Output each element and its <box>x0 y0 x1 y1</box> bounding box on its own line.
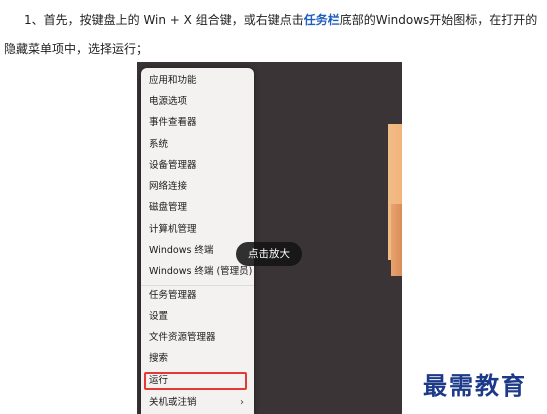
instruction-text-start: 1、首先，按键盘上的 Win + X 组合键，或右键点击 <box>24 13 304 27</box>
menu-item-task-manager[interactable]: 任务管理器 <box>141 286 254 306</box>
taskbar-link[interactable]: 任务栏 <box>304 13 340 27</box>
winx-context-menu: 应用和功能 电源选项 事件查看器 系统 设备管理器 网络连接 磁盘管理 计算机管… <box>141 68 254 414</box>
menu-item-event-viewer[interactable]: 事件查看器 <box>141 113 254 133</box>
menu-item-search[interactable]: 搜索 <box>141 349 254 369</box>
instruction-paragraph: 1、首先，按键盘上的 Win + X 组合键，或右键点击任务栏底部的Window… <box>4 6 542 64</box>
menu-item-shutdown-label: 关机或注销 <box>149 397 197 408</box>
menu-item-shutdown-signout[interactable]: 关机或注销 › <box>141 393 254 413</box>
menu-item-power-options[interactable]: 电源选项 <box>141 92 254 112</box>
zoom-button[interactable]: 点击放大 <box>236 242 302 266</box>
run-highlight-box <box>144 372 247 390</box>
menu-item-computer-management[interactable]: 计算机管理 <box>141 220 254 240</box>
menu-item-apps-features[interactable]: 应用和功能 <box>141 71 254 91</box>
menu-item-windows-terminal-admin[interactable]: Windows 终端 (管理员) <box>141 262 254 282</box>
menu-item-device-manager[interactable]: 设备管理器 <box>141 156 254 176</box>
winx-menu-screenshot[interactable]: 应用和功能 电源选项 事件查看器 系统 设备管理器 网络连接 磁盘管理 计算机管… <box>137 62 402 414</box>
watermark-logo: 最需教育 <box>423 371 527 400</box>
menu-item-network-connections[interactable]: 网络连接 <box>141 177 254 197</box>
menu-item-disk-management[interactable]: 磁盘管理 <box>141 198 254 218</box>
menu-item-settings[interactable]: 设置 <box>141 307 254 327</box>
menu-item-file-explorer[interactable]: 文件资源管理器 <box>141 328 254 348</box>
desktop-window-glow-lower <box>391 204 402 276</box>
menu-item-system[interactable]: 系统 <box>141 135 254 155</box>
chevron-right-icon: › <box>240 397 244 408</box>
